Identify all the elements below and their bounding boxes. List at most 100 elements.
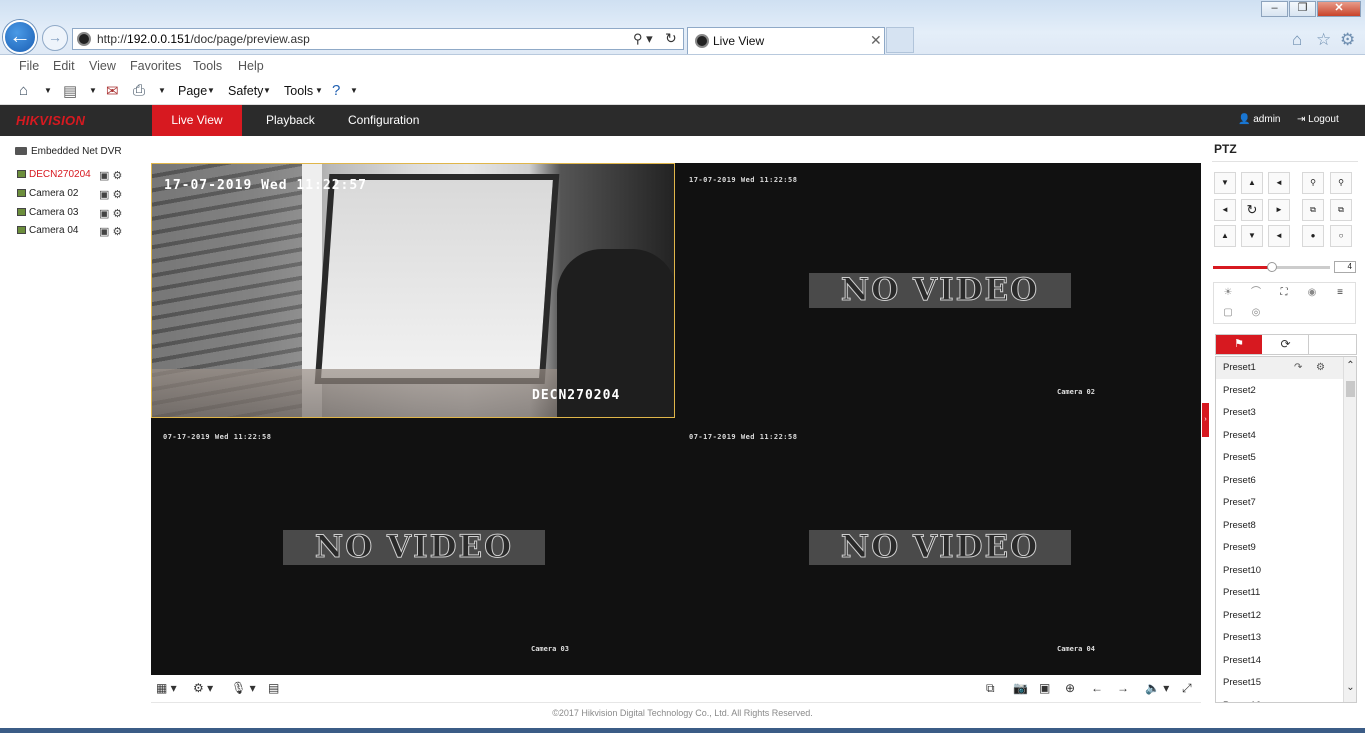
tab-preset[interactable]: ⚑	[1216, 335, 1262, 354]
volume-icon[interactable]: 🔈 ▾	[1145, 681, 1169, 695]
new-tab-button[interactable]	[886, 27, 914, 53]
ptz-up-button[interactable]: ▲	[1241, 172, 1263, 194]
preset-item[interactable]: Preset10	[1216, 560, 1343, 582]
set-preset-icon[interactable]: ⚙	[1316, 357, 1325, 379]
call-preset-icon[interactable]: ↷	[1294, 357, 1302, 379]
fullscreen-icon[interactable]: ⤢	[1182, 681, 1192, 696]
dvr-root[interactable]: Embedded Net DVR	[15, 146, 122, 157]
menu-tools[interactable]: Tools	[193, 59, 222, 73]
ptz-auto-button[interactable]: ↻	[1241, 199, 1263, 221]
panel-collapse-toggle[interactable]: ›	[1202, 403, 1209, 437]
tab-patrol[interactable]: ⟳	[1263, 335, 1309, 354]
home-icon[interactable]: ⌂	[1292, 30, 1302, 50]
digital-zoom-icon[interactable]: ⊕	[1065, 681, 1075, 695]
video-tile[interactable]: 17-07-2019 Wed 11:22:58 NO VIDEO Camera …	[677, 163, 1201, 418]
menu-favorites[interactable]: Favorites	[130, 59, 181, 73]
record-all-icon[interactable]: ▣	[1039, 681, 1050, 695]
camera-item[interactable]: Camera 02 ▣ ⚙	[17, 188, 122, 204]
preset-item[interactable]: Preset15	[1216, 672, 1343, 694]
tools-menu[interactable]: Tools	[284, 84, 313, 98]
chevron-down-icon[interactable]: ▼	[44, 86, 52, 95]
nav-configuration[interactable]: Configuration	[348, 105, 419, 136]
speed-thumb[interactable]	[1267, 262, 1277, 272]
nav-playback[interactable]: Playback	[266, 105, 315, 136]
menu-edit[interactable]: Edit	[53, 59, 75, 73]
preset-item[interactable]: Preset8	[1216, 515, 1343, 537]
menu-file[interactable]: File	[19, 59, 39, 73]
logout-button[interactable]: ⇥ Logout	[1297, 114, 1339, 125]
ptz-settings-icon[interactable]: ⚙	[112, 170, 122, 182]
ptz-up-right-button[interactable]: ◄	[1268, 172, 1290, 194]
focus-near-icon[interactable]: ⧉	[1302, 199, 1324, 221]
stream-type-icon[interactable]: ⚙ ▾	[193, 681, 213, 695]
microphone-icon[interactable]: 🎙 ▾	[231, 681, 256, 695]
mail-icon[interactable]: ✉	[106, 82, 119, 100]
help-icon[interactable]: ?	[332, 82, 340, 99]
minimize-button[interactable]: –	[1261, 1, 1288, 17]
3d-zoom-icon[interactable]: ◎	[1242, 303, 1270, 323]
tab-live-view[interactable]: Live View ✕	[687, 27, 885, 54]
nav-live-view[interactable]: Live View	[152, 105, 242, 136]
zoom-in-icon[interactable]: ⚲	[1330, 172, 1352, 194]
auxiliary-focus-icon[interactable]: ⛶	[1270, 283, 1298, 303]
camera-switch-icon[interactable]: ▤	[268, 681, 279, 695]
ptz-settings-icon[interactable]: ⚙	[112, 208, 122, 220]
ptz-down-right-button[interactable]: ◄	[1268, 225, 1290, 247]
preset-item[interactable]: Preset5	[1216, 447, 1343, 469]
record-icon[interactable]: ▣	[99, 170, 109, 182]
preset-item[interactable]: Preset4	[1216, 425, 1343, 447]
menu-icon[interactable]: ≡	[1326, 283, 1354, 303]
chevron-down-icon[interactable]: ▼	[89, 86, 97, 95]
focus-far-icon[interactable]: ⧉	[1330, 199, 1352, 221]
preset-item[interactable]: Preset13	[1216, 627, 1343, 649]
capture-icon[interactable]: 📷	[1013, 681, 1028, 695]
preset-item[interactable]: Preset2	[1216, 380, 1343, 402]
iris-open-icon[interactable]: ●	[1302, 225, 1324, 247]
preset-item[interactable]: Preset1 ↷ ⚙	[1216, 357, 1343, 379]
next-page-icon[interactable]: →	[1117, 681, 1129, 695]
ptz-right-button[interactable]: ►	[1268, 199, 1290, 221]
maximize-button[interactable]: ❐	[1289, 1, 1316, 17]
stop-all-icon[interactable]: ⧉	[986, 681, 995, 696]
camera-item[interactable]: Camera 04 ▣ ⚙	[17, 225, 122, 241]
close-window-button[interactable]: ✕	[1317, 1, 1361, 17]
preset-item[interactable]: Preset3	[1216, 402, 1343, 424]
favorites-star-icon[interactable]: ☆	[1316, 30, 1331, 50]
previous-page-icon[interactable]: ←	[1091, 681, 1103, 695]
settings-gear-icon[interactable]: ⚙	[1340, 30, 1355, 50]
wiper-icon[interactable]: ⌒	[1242, 283, 1270, 303]
preset-item[interactable]: Preset16	[1216, 695, 1343, 703]
home-icon[interactable]: ⌂	[19, 82, 28, 99]
back-button[interactable]: ←	[3, 20, 37, 54]
safety-menu[interactable]: Safety	[228, 84, 263, 98]
manual-track-icon[interactable]: ▢	[1214, 303, 1242, 323]
iris-close-icon[interactable]: ○	[1330, 225, 1352, 247]
ptz-settings-icon[interactable]: ⚙	[112, 189, 122, 201]
scroll-up-icon[interactable]: ⌃	[1344, 360, 1356, 371]
video-tile[interactable]: 07-17-2019 Wed 11:22:58 NO VIDEO Camera …	[151, 420, 675, 675]
record-icon[interactable]: ▣	[99, 208, 109, 220]
chevron-down-icon[interactable]: ▼	[158, 86, 166, 95]
preset-item[interactable]: Preset12	[1216, 605, 1343, 627]
preset-scrollbar[interactable]: ⌃ ⌄	[1343, 357, 1356, 702]
video-tile[interactable]: 07-17-2019 Wed 11:22:58 NO VIDEO Camera …	[677, 420, 1201, 675]
rss-feed-icon[interactable]: ▤	[63, 82, 77, 100]
ptz-settings-icon[interactable]: ⚙	[112, 226, 122, 238]
window-layout-icon[interactable]: ▦ ▾	[156, 681, 177, 695]
refresh-icon[interactable]: ↻	[665, 30, 677, 47]
video-tile[interactable]: 17-07-2019 Wed 11:22:57 DECN270204	[151, 163, 675, 418]
preset-item[interactable]: Preset6	[1216, 470, 1343, 492]
camera-item[interactable]: DECN270204 ▣ ⚙	[17, 169, 122, 185]
ptz-speed-slider[interactable]	[1213, 262, 1330, 272]
preset-item[interactable]: Preset7	[1216, 492, 1343, 514]
address-search-icon[interactable]: ⚲ ▾	[633, 31, 653, 47]
print-icon[interactable]: ⎙	[133, 82, 145, 99]
scroll-thumb[interactable]	[1346, 381, 1355, 397]
preset-item[interactable]: Preset9	[1216, 537, 1343, 559]
camera-item[interactable]: Camera 03 ▣ ⚙	[17, 207, 122, 223]
record-icon[interactable]: ▣	[99, 226, 109, 238]
lens-init-icon[interactable]: ◉	[1298, 283, 1326, 303]
ptz-down-left-button[interactable]: ▲	[1214, 225, 1236, 247]
page-menu[interactable]: Page	[178, 84, 207, 98]
ptz-down-button[interactable]: ▼	[1241, 225, 1263, 247]
